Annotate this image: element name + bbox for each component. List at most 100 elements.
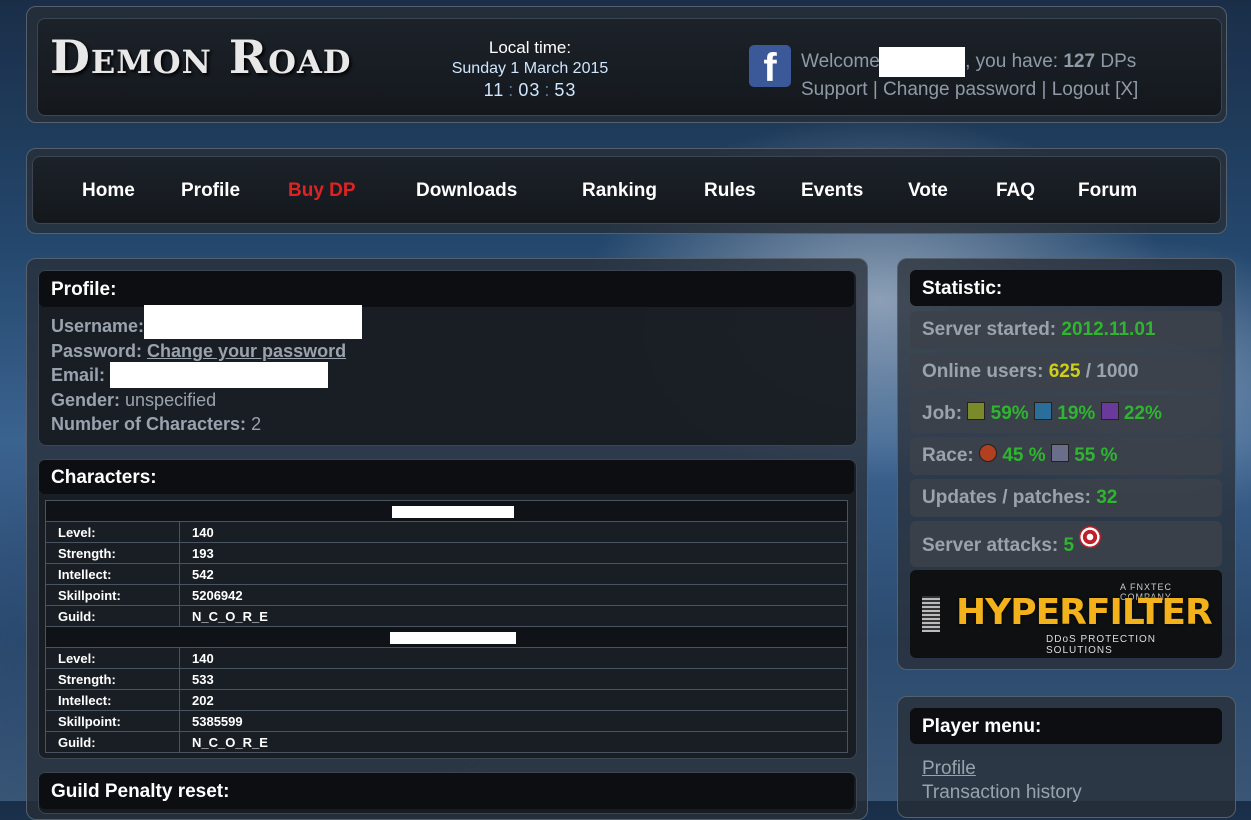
server-started-value: 2012.11.01: [1061, 319, 1156, 340]
nav-home[interactable]: Home: [82, 180, 135, 202]
change-password-profile-link[interactable]: Change your password: [147, 341, 346, 361]
redacted-username: [879, 47, 966, 77]
characters-title: Characters:: [39, 460, 854, 494]
num-characters-label: Number of Characters:: [51, 413, 247, 434]
table-row: Skillpoint: 5385599: [45, 710, 848, 732]
email-label: Email:: [51, 365, 106, 386]
job-trader-percent: 59%: [990, 403, 1029, 424]
redacted-username-value: [144, 305, 363, 340]
table-row: Guild: N_C_O_R_E: [45, 605, 848, 627]
local-date: Sunday 1 March 2015: [451, 60, 609, 77]
clock-seconds: 53: [554, 80, 577, 100]
stat-value: 193: [179, 542, 848, 564]
facebook-icon[interactable]: f: [749, 45, 791, 87]
updates-label: Updates / patches:: [922, 487, 1091, 508]
nav-downloads[interactable]: Downloads: [416, 180, 517, 202]
stat-value: 533: [179, 668, 848, 690]
table-row: Strength: 193: [45, 542, 848, 564]
nav-forum[interactable]: Forum: [1078, 180, 1137, 202]
updates-stat: Updates / patches: 32: [910, 479, 1222, 517]
redacted-email-value: [110, 361, 329, 388]
gender-label: Gender:: [51, 389, 121, 410]
stat-label: Strength:: [45, 542, 180, 564]
nav-profile[interactable]: Profile: [181, 180, 240, 202]
characters-table: Level: 140 Strength: 193 Intellect: 542 Ski…: [45, 500, 848, 753]
table-row: Strength: 533: [45, 668, 848, 690]
hyperfilter-icon: [922, 596, 940, 632]
stat-value: 5385599: [179, 710, 848, 732]
stat-value: N_C_O_R_E: [179, 731, 848, 753]
redacted-character-name: [391, 506, 514, 519]
server-started-stat: Server started: 2012.11.01: [910, 311, 1222, 349]
trader-job-icon: [967, 402, 986, 420]
table-row: Level: 140: [45, 647, 848, 669]
table-row: Intellect: 202: [45, 689, 848, 711]
hyperfilter-name: HYPERFILTER: [956, 592, 1213, 633]
european-race-icon: [1050, 444, 1069, 462]
num-characters-value: 2: [251, 413, 262, 434]
stat-label: Skillpoint:: [45, 710, 180, 732]
thief-job-icon: [1100, 402, 1119, 420]
stat-label: Guild:: [45, 605, 180, 627]
stat-label: Level:: [45, 647, 180, 669]
table-row: Intellect: 542: [45, 563, 848, 585]
job-thief-percent: 22%: [1123, 403, 1162, 424]
dp-count: 127: [1063, 51, 1096, 73]
stat-value: 542: [179, 563, 848, 585]
nav-events[interactable]: Events: [801, 180, 863, 202]
change-password-link[interactable]: Change password: [883, 79, 1036, 100]
online-users-label: Online users:: [922, 361, 1044, 382]
password-row: Password: Change your password: [51, 339, 362, 363]
nav-faq[interactable]: FAQ: [996, 180, 1035, 202]
race-stat: Race: 45 % 55 %: [910, 437, 1222, 475]
shield-icon: [1079, 526, 1102, 548]
character-name-row: [45, 626, 848, 648]
nav-buy-dp[interactable]: Buy DP: [288, 180, 356, 202]
character-name-cell: [45, 500, 848, 522]
race-european-percent: 55 %: [1074, 445, 1118, 466]
hunter-job-icon: [1033, 402, 1052, 420]
online-users-value: 625: [1048, 361, 1081, 382]
local-time: Local time: Sunday 1 March 2015 11:03:53: [430, 38, 630, 101]
stat-value: 140: [179, 521, 848, 543]
support-link[interactable]: Support: [801, 79, 868, 100]
username-label: Username:: [51, 316, 145, 336]
server-attacks-value: 5: [1063, 535, 1075, 556]
stat-label: Strength:: [45, 668, 180, 690]
email-row: Email:: [51, 361, 362, 388]
local-time-label: Local time:: [488, 38, 572, 57]
server-attacks-label: Server attacks:: [922, 535, 1059, 556]
dp-unit: DPs: [1100, 51, 1137, 73]
online-users-stat: Online users: 625 / 1000: [910, 353, 1222, 391]
table-row: Skillpoint: 5206942: [45, 584, 848, 606]
player-menu-profile[interactable]: Profile: [922, 758, 976, 780]
stat-value: N_C_O_R_E: [179, 605, 848, 627]
stat-value: 140: [179, 647, 848, 669]
stat-label: Intellect:: [45, 563, 180, 585]
table-row: Guild: N_C_O_R_E: [45, 731, 848, 753]
clock-minutes: 03: [518, 80, 541, 100]
updates-value: 32: [1096, 487, 1118, 508]
job-stat: Job: 59% 19% 22%: [910, 395, 1222, 433]
job-label: Job:: [922, 403, 963, 424]
stat-label: Intellect:: [45, 689, 180, 711]
logout-link[interactable]: Logout [X]: [1052, 79, 1139, 100]
race-chinese-percent: 45 %: [1002, 445, 1046, 466]
account-links: Support | Change password | Logout [X]: [801, 77, 1138, 102]
nav-ranking[interactable]: Ranking: [582, 180, 657, 202]
site-logo[interactable]: Demon Road: [50, 30, 352, 84]
player-menu-title: Player menu:: [910, 708, 1222, 744]
num-characters-row: Number of Characters: 2: [51, 412, 362, 436]
nav-vote[interactable]: Vote: [908, 180, 948, 202]
nav-rules[interactable]: Rules: [704, 180, 756, 202]
chinese-race-icon: [979, 444, 998, 462]
job-hunter-percent: 19%: [1057, 403, 1096, 424]
clock-hours: 11: [483, 80, 505, 100]
online-users-max: 1000: [1096, 361, 1139, 382]
hyperfilter-banner[interactable]: A FNXTEC COMPANY HYPERFILTER DDoS PROTEC…: [910, 570, 1222, 658]
welcome-mid: , you have:: [965, 51, 1059, 73]
profile-title: Profile:: [39, 271, 854, 307]
redacted-character-name: [389, 632, 516, 645]
hyperfilter-tagline: DDoS PROTECTION SOLUTIONS: [1046, 634, 1157, 656]
welcome-line: Welcome , you have: 127 DPs: [801, 47, 1138, 77]
